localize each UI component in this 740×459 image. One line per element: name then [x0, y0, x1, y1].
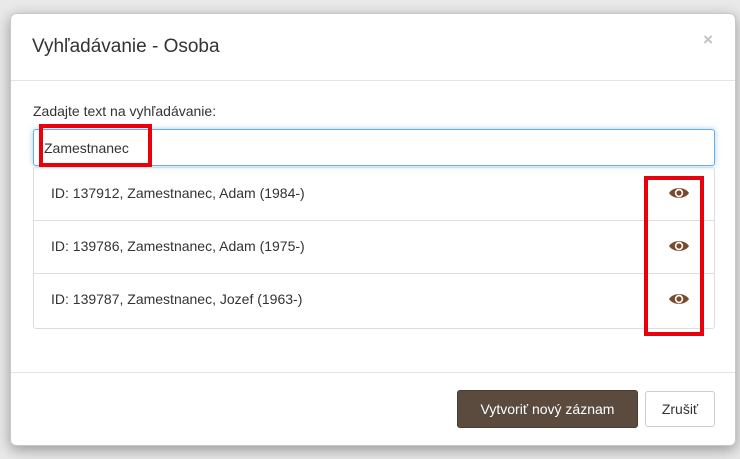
cancel-button[interactable]: Zrušiť: [645, 391, 715, 427]
dialog-title: Vyhľadávanie - Osoba: [32, 36, 220, 57]
list-item[interactable]: ID: 139787, Zamestnanec, Jozef (1963-): [34, 274, 714, 328]
eye-icon[interactable]: [668, 185, 690, 201]
dialog-body: Zadajte text na vyhľadávanie: ID: 137912…: [11, 81, 735, 372]
dialog-header: Vyhľadávanie - Osoba ×: [11, 14, 735, 81]
result-text: ID: 139786, Zamestnanec, Adam (1975-): [51, 238, 305, 254]
result-text: ID: 137912, Zamestnanec, Adam (1984-): [51, 185, 305, 201]
create-record-button[interactable]: Vytvoriť nový záznam: [457, 390, 638, 428]
search-label: Zadajte text na vyhľadávanie:: [33, 103, 217, 119]
result-text: ID: 139787, Zamestnanec, Jozef (1963-): [51, 291, 303, 307]
search-input[interactable]: [33, 129, 715, 166]
results-list: ID: 137912, Zamestnanec, Adam (1984-) ID…: [33, 167, 715, 329]
dialog-footer: Vytvoriť nový záznam Zrušiť: [11, 372, 735, 446]
list-item[interactable]: ID: 137912, Zamestnanec, Adam (1984-): [34, 168, 714, 221]
close-button[interactable]: ×: [703, 31, 713, 48]
list-item[interactable]: ID: 139786, Zamestnanec, Adam (1975-): [34, 221, 714, 274]
eye-icon[interactable]: [668, 291, 690, 307]
eye-icon[interactable]: [668, 238, 690, 254]
search-dialog: Vyhľadávanie - Osoba × Zadajte text na v…: [10, 13, 736, 446]
